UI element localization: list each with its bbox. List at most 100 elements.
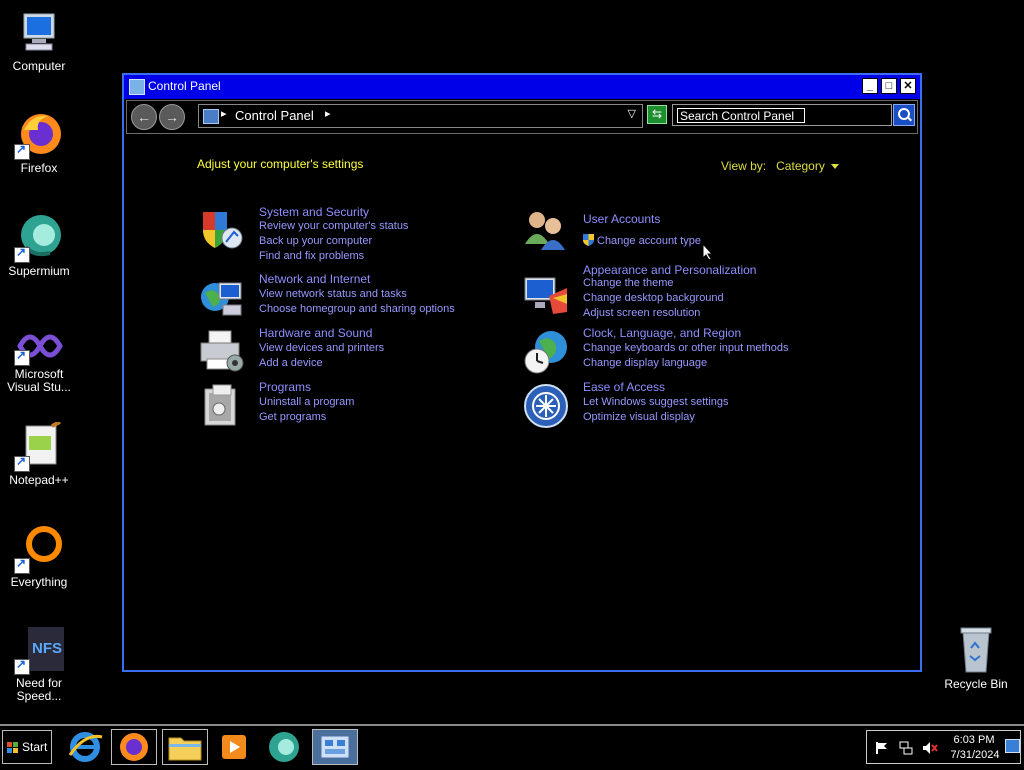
category-link[interactable]: Choose homegroup and sharing options: [259, 303, 455, 315]
shortcut-arrow-icon: [14, 556, 30, 574]
category-link[interactable]: Review your computer's status: [259, 220, 408, 232]
chevron-down-icon[interactable]: ▽: [628, 107, 636, 120]
taskbar-internet-explorer[interactable]: [62, 729, 108, 765]
category-link[interactable]: Change display language: [583, 357, 707, 369]
desktop-icon-label: Supermium: [8, 264, 70, 278]
shield-icon: [199, 208, 245, 254]
category-link[interactable]: Adjust screen resolution: [583, 307, 700, 319]
taskbar-media-player[interactable]: [210, 729, 256, 765]
view-by-value[interactable]: Category: [776, 159, 825, 173]
category-title[interactable]: User Accounts: [583, 212, 660, 226]
desktop-icon-need-for-speed[interactable]: NFS Need for Speed...: [0, 625, 78, 703]
desktop-icon-label: Need for Speed...: [15, 676, 63, 703]
desktop-icon-label: Firefox: [20, 161, 58, 175]
mouse-cursor-icon: [702, 242, 714, 266]
view-by-control[interactable]: View by: Category: [721, 159, 839, 173]
start-button[interactable]: Start: [2, 730, 52, 764]
breadcrumb-arrow-icon[interactable]: ▸: [325, 107, 331, 120]
control-panel-icon: [203, 109, 219, 124]
category-link[interactable]: View devices and printers: [259, 342, 384, 354]
maximize-button[interactable]: □: [881, 78, 897, 94]
view-by-label: View by:: [721, 159, 767, 173]
category-link[interactable]: Let Windows suggest settings: [583, 396, 729, 408]
address-bar[interactable]: ▸ Control Panel ▸ ▽: [198, 104, 643, 128]
category-link[interactable]: Change account type: [597, 235, 701, 247]
start-label: Start: [22, 740, 48, 754]
search-icon[interactable]: [893, 104, 915, 126]
breadcrumb-control-panel[interactable]: Control Panel: [235, 108, 314, 123]
shortcut-arrow-icon: [14, 454, 30, 472]
appearance-icon: [523, 274, 569, 320]
desktop-icon-label: Everything: [10, 575, 68, 589]
notepadpp-icon: [14, 420, 64, 472]
category-title[interactable]: Network and Internet: [259, 272, 370, 286]
category-title[interactable]: Hardware and Sound: [259, 326, 372, 340]
navigation-toolbar: ← → ▸ Control Panel ▸ ▽ ⇆: [126, 100, 918, 134]
chevron-down-icon[interactable]: [830, 164, 839, 170]
clock-time[interactable]: 6:03 PM: [949, 734, 999, 746]
minimize-button[interactable]: _: [862, 78, 878, 94]
close-button[interactable]: ✕: [900, 78, 916, 94]
clock-date[interactable]: 7/31/2024: [947, 749, 1003, 761]
taskbar-supermium[interactable]: [261, 729, 307, 765]
title-bar[interactable]: Control Panel _ □ ✕: [124, 75, 920, 99]
category-link[interactable]: Change desktop background: [583, 292, 724, 304]
control-panel-icon: [320, 735, 350, 759]
show-desktop-button[interactable]: [1005, 739, 1020, 753]
folder-icon: [168, 737, 202, 761]
network-icon[interactable]: [899, 741, 913, 755]
category-link[interactable]: Change keyboards or other input methods: [583, 342, 788, 354]
category-title[interactable]: Programs: [259, 380, 311, 394]
firefox-icon: [14, 110, 64, 160]
computer-icon: [14, 8, 64, 58]
recycle-bin-icon: [951, 626, 1001, 676]
desktop-icon-everything[interactable]: Everything: [0, 524, 78, 589]
volume-muted-icon[interactable]: [922, 741, 938, 755]
desktop-icon-computer[interactable]: Computer: [0, 8, 78, 73]
taskbar-file-explorer[interactable]: [162, 729, 208, 765]
category-title[interactable]: Clock, Language, and Region: [583, 326, 741, 340]
media-player-icon: [222, 735, 246, 759]
need-for-speed-icon: NFS: [14, 625, 64, 675]
supermium-icon: [14, 213, 64, 263]
category-title[interactable]: Appearance and Personalization: [583, 263, 756, 277]
desktop-icon-recycle-bin[interactable]: Recycle Bin: [937, 626, 1015, 691]
refresh-button[interactable]: ⇆: [647, 105, 667, 124]
clock-globe-icon: [523, 329, 569, 375]
breadcrumb-arrow-icon[interactable]: ▸: [221, 107, 227, 120]
category-title[interactable]: Ease of Access: [583, 380, 665, 394]
category-link[interactable]: View network status and tasks: [259, 288, 407, 300]
flag-notification-icon[interactable]: [875, 741, 889, 755]
svg-text:NFS: NFS: [32, 640, 62, 657]
change-account-type-link[interactable]: Change account type: [583, 234, 701, 247]
control-panel-app-icon: [129, 79, 145, 95]
desktop-icon-notepadpp[interactable]: Notepad++: [0, 420, 78, 487]
search-box[interactable]: [672, 104, 892, 126]
desktop-icon-label: Recycle Bin: [944, 677, 1008, 691]
shortcut-arrow-icon: [14, 657, 30, 675]
category-link[interactable]: Add a device: [259, 357, 323, 369]
printer-icon: [199, 329, 245, 375]
desktop-icon-firefox[interactable]: Firefox: [0, 110, 78, 175]
category-link[interactable]: Find and fix problems: [259, 250, 364, 262]
everything-icon: [14, 524, 64, 574]
desktop-icon-visual-studio[interactable]: Microsoft Visual Stu...: [0, 326, 78, 394]
category-link[interactable]: Back up your computer: [259, 235, 372, 247]
globe-network-icon: [199, 275, 245, 321]
category-link[interactable]: Change the theme: [583, 277, 674, 289]
desktop-icon-supermium[interactable]: Supermium: [0, 213, 78, 278]
ease-of-access-icon: [523, 383, 569, 429]
category-title[interactable]: System and Security: [259, 205, 369, 219]
control-panel-window: Control Panel _ □ ✕ ← → ▸ Control Panel …: [122, 73, 922, 672]
shortcut-arrow-icon: [14, 142, 30, 160]
back-button[interactable]: ←: [131, 104, 157, 130]
forward-button[interactable]: →: [159, 104, 185, 130]
category-link[interactable]: Uninstall a program: [259, 396, 354, 408]
taskbar-firefox[interactable]: [111, 729, 157, 765]
category-link[interactable]: Optimize visual display: [583, 411, 695, 423]
taskbar-control-panel[interactable]: [312, 729, 358, 765]
shortcut-arrow-icon: [14, 348, 30, 366]
desktop-icon-label: Microsoft Visual Stu...: [7, 367, 71, 394]
search-input[interactable]: [677, 108, 805, 123]
category-link[interactable]: Get programs: [259, 411, 326, 423]
